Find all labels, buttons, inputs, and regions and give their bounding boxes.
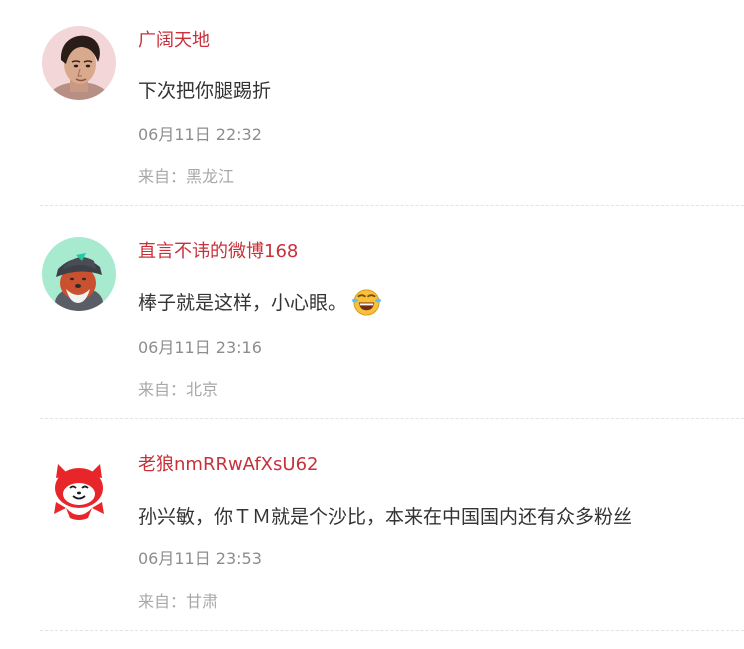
comment-list: 广阔天地 下次把你腿踢折 06月11日 22:32 来自：黑龙江 直言不讳的微博… [0,0,744,649]
comment-text: 孙兴敏，你ＴＭ就是个沙比，本来在中国国内还有众多粉丝 [138,506,633,528]
comment-text: 棒子就是这样，小心眼。 [138,289,382,317]
male-portrait-avatar-icon [42,26,116,100]
comment-text-value: 棒子就是这样，小心眼。 [138,292,348,314]
red-fox-avatar-icon [42,450,116,524]
comment-location: 来自：北京 [138,380,219,399]
comment-timestamp: 06月11日 23:16 [138,338,262,357]
divider [40,205,744,206]
divider [40,418,744,419]
comment-timestamp: 06月11日 22:32 [138,125,262,144]
avatar[interactable] [42,450,116,524]
avatar[interactable] [42,26,116,100]
comment-location: 来自：黑龙江 [138,167,235,186]
comment-text: 下次把你腿踢折 [138,80,272,102]
divider [40,630,744,631]
comment-timestamp: 06月11日 23:53 [138,549,262,568]
comment-location: 来自：甘肃 [138,592,219,611]
username[interactable]: 直言不讳的微博168 [138,241,298,263]
gray-fox-hat-avatar-icon [42,237,116,311]
avatar[interactable] [42,237,116,311]
username[interactable]: 老狼nmRRwAfXsU62 [138,454,318,476]
username[interactable]: 广阔天地 [138,30,210,52]
laughing-crying-emoji-icon [351,289,382,316]
